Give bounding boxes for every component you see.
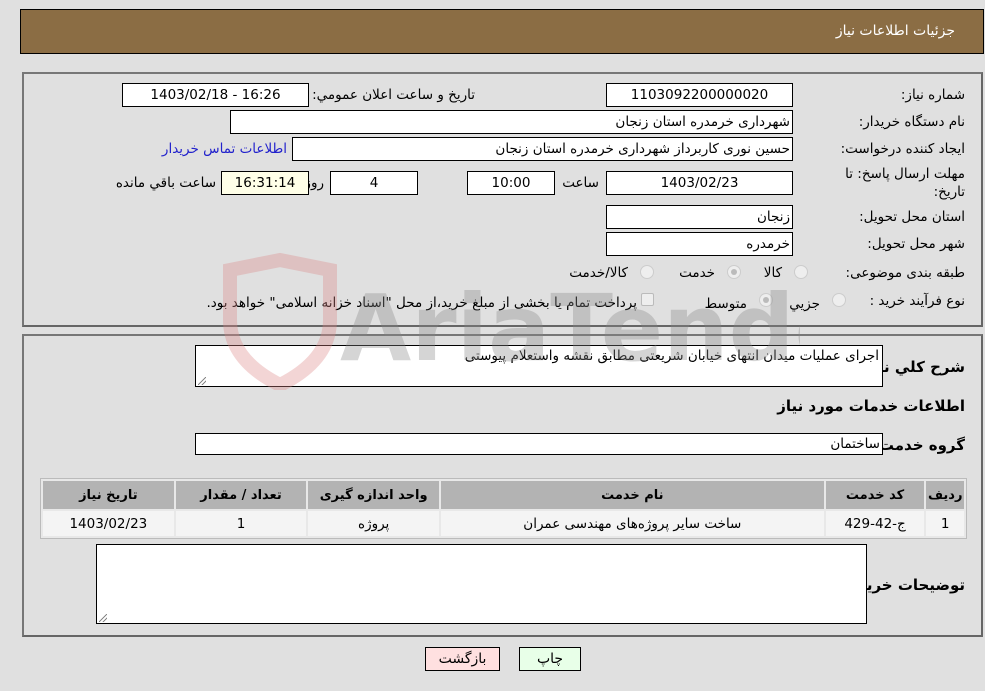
cell-service-name: ساخت سایر پروژه‌های مهندسی عمران xyxy=(440,511,824,536)
col-unit: واحد اندازه گیری xyxy=(308,481,439,509)
service-group-field: ساختمان xyxy=(195,433,883,455)
process-label: نوع فرآیند خرید : xyxy=(869,293,965,309)
services-table: ردیف کد خدمت نام خدمت واحد اندازه گیری ت… xyxy=(40,478,967,539)
back-button[interactable]: بازگشت xyxy=(425,647,500,671)
treasury-checkbox[interactable] xyxy=(641,293,654,306)
cell-need-date: 1403/02/23 xyxy=(43,511,174,536)
city-field: خرمدره xyxy=(606,232,793,256)
need-number-field: 1103092200000020 xyxy=(606,83,793,107)
city-label: شهر محل تحویل: xyxy=(867,236,965,252)
process-radio-minor[interactable] xyxy=(832,293,846,307)
table-row: 1 ج-42-429 ساخت سایر پروژه‌های مهندسی عم… xyxy=(43,511,964,536)
category-option-goods-service: کالا/خدمت xyxy=(569,265,628,281)
col-quantity: تعداد / مقدار xyxy=(175,481,307,509)
page-title: جزئیات اطلاعات نیاز xyxy=(835,23,955,39)
process-option-medium: متوسط xyxy=(704,296,747,312)
cell-service-code: ج-42-429 xyxy=(825,511,925,536)
announce-datetime-value: 1403/02/18 - 16:26 xyxy=(150,87,281,103)
province-field: زنجان xyxy=(606,205,793,229)
remaining-time-field: 16:31:14 xyxy=(221,171,309,195)
deadline-date-field: 1403/02/23 xyxy=(606,171,793,195)
col-service-name: نام خدمت xyxy=(440,481,824,509)
cell-unit: پروژه xyxy=(308,511,439,536)
category-option-goods: کالا xyxy=(763,265,782,281)
col-need-date: تاریخ نیاز xyxy=(43,481,174,509)
page-header: جزئیات اطلاعات نیاز xyxy=(20,9,984,54)
deadline-time-field: 10:00 xyxy=(467,171,555,195)
buyer-notes-wrap xyxy=(96,544,867,624)
province-label: استان محل تحویل: xyxy=(859,209,965,225)
need-number-label: شماره نیاز: xyxy=(900,87,965,103)
resize-grip-icon[interactable] xyxy=(99,614,107,622)
remaining-time-label: ساعت باقي مانده xyxy=(115,175,216,191)
deadline-time-label: ساعت xyxy=(562,175,599,191)
process-option-minor: جزيي xyxy=(789,296,820,312)
creator-field: حسین نوری کاربرداز شهرداری خرمدره استان … xyxy=(292,137,793,161)
buyer-notes-textarea[interactable] xyxy=(96,544,867,624)
buyer-org-label: نام دستگاه خریدار: xyxy=(858,114,965,130)
announce-label: تاریخ و ساعت اعلان عمومي: xyxy=(312,87,475,103)
cell-row-number: 1 xyxy=(926,511,964,536)
category-option-service: خدمت xyxy=(679,265,715,281)
buyer-org-field: شهرداری خرمدره استان زنجان xyxy=(230,110,793,134)
services-section-title: اطلاعات خدمات مورد نیاز xyxy=(777,397,965,415)
category-label: طبقه بندی موضوعی: xyxy=(845,265,965,281)
days-remaining-field: 4 xyxy=(330,171,418,195)
announce-datetime-field: 1403/02/18 - 16:26 xyxy=(122,83,309,107)
deadline-label: مهلت ارسال پاسخ: تا تاریخ: xyxy=(845,166,965,200)
creator-label: ایجاد کننده درخواست: xyxy=(840,141,965,157)
service-group-label: گروه خدمت: xyxy=(872,436,965,454)
print-button[interactable]: چاپ xyxy=(519,647,581,671)
category-radio-service[interactable] xyxy=(727,265,741,279)
category-radio-goods-service[interactable] xyxy=(640,265,654,279)
treasury-note: پرداخت تمام یا بخشی از مبلغ خرید،از محل … xyxy=(206,295,637,311)
col-row-number: ردیف xyxy=(926,481,964,509)
col-service-code: کد خدمت xyxy=(825,481,925,509)
table-header-row: ردیف کد خدمت نام خدمت واحد اندازه گیری ت… xyxy=(43,481,964,509)
resize-grip-icon[interactable] xyxy=(198,377,206,385)
cell-quantity: 1 xyxy=(175,511,307,536)
summary-textarea[interactable]: اجرای عملیات میدان انتهای خیابان شریعتی … xyxy=(195,345,883,387)
need-summary-panel: شرح کلي نیاز: اجرای عملیات میدان انتهای … xyxy=(22,334,983,637)
summary-textarea-wrap: اجرای عملیات میدان انتهای خیابان شریعتی … xyxy=(195,345,883,387)
category-radio-goods[interactable] xyxy=(794,265,808,279)
process-radio-medium[interactable] xyxy=(759,293,773,307)
need-details-panel: شماره نیاز: 1103092200000020 تاریخ و ساع… xyxy=(22,72,983,327)
buyer-contact-link[interactable]: اطلاعات تماس خریدار xyxy=(162,141,287,157)
